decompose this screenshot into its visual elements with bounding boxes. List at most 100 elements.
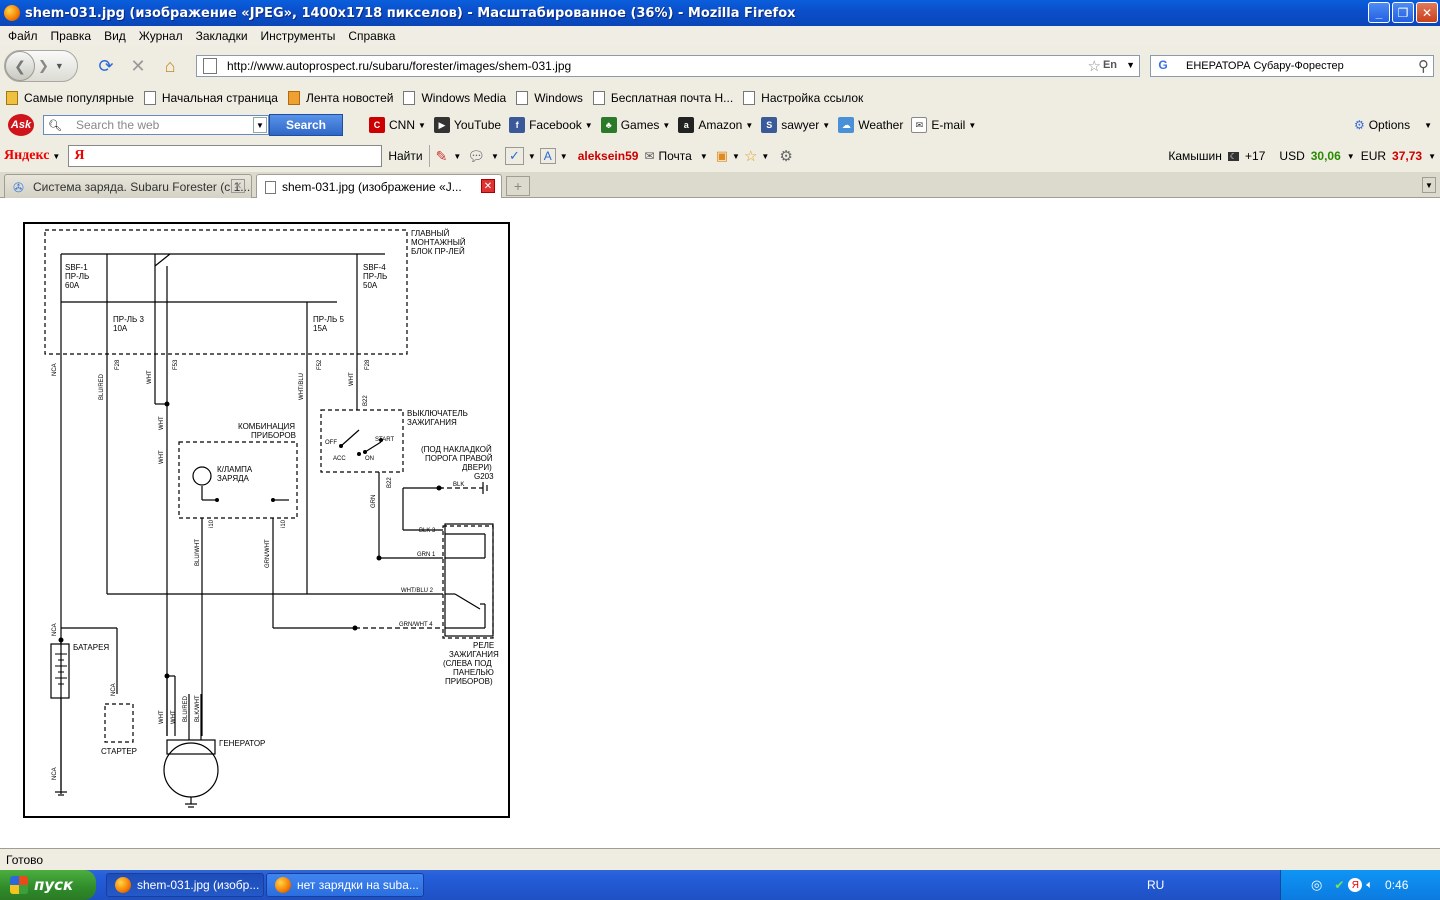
list-all-tabs-button[interactable]: ▼ <box>1422 177 1436 193</box>
usd-rate[interactable]: 30,06 <box>1311 149 1341 163</box>
chevron-down-icon[interactable]: ▼ <box>253 117 267 133</box>
page-icon <box>743 91 756 105</box>
forward-button[interactable]: ❯ <box>38 58 49 74</box>
ask-logo[interactable]: Ask <box>8 114 34 136</box>
menu-history[interactable]: Журнал <box>139 29 183 43</box>
yandex-logo[interactable]: Яндекс ▼ <box>4 148 60 164</box>
search-input[interactable]: ЕНЕРАТОРА Субару-Форестер <box>1186 60 1344 72</box>
menu-edit[interactable]: Правка <box>51 29 92 43</box>
ask-cnn[interactable]: C CNN ▼ <box>369 117 426 133</box>
wire-wht-1: WHT <box>147 370 153 384</box>
ask-weather[interactable]: ☁ Weather <box>838 117 903 133</box>
network-icon[interactable]: ◎ <box>1311 877 1322 893</box>
language-badge[interactable]: En <box>1103 59 1117 71</box>
ask-games[interactable]: ♣ Games ▼ <box>600 117 670 133</box>
menu-help[interactable]: Справка <box>348 29 395 43</box>
menu-bookmarks[interactable]: Закладки <box>196 29 248 43</box>
eur-rate[interactable]: 37,73 <box>1392 149 1422 163</box>
ask-amazon[interactable]: a Amazon ▼ <box>678 117 753 133</box>
bookmark-windows-media[interactable]: Windows Media <box>403 91 506 105</box>
clock[interactable]: 0:46 <box>1385 878 1408 892</box>
ask-sawyer[interactable]: Ssawyer ▼ <box>761 117 830 133</box>
reload-button[interactable]: ⟳ <box>92 52 120 80</box>
chevron-down-icon: ▼ <box>584 120 593 130</box>
yandex-find-button[interactable]: Найти <box>388 149 422 163</box>
history-dropdown-icon[interactable]: ▼ <box>55 61 64 71</box>
maximize-button[interactable]: ❐ <box>1392 2 1414 23</box>
tab-shem-031[interactable]: shem-031.jpg (изображение «J... ✕ <box>256 174 502 199</box>
chevron-down-icon[interactable]: ▼ <box>732 152 740 161</box>
windows-flag-icon <box>10 876 28 894</box>
chevron-down-icon[interactable]: ▼ <box>700 152 708 161</box>
tray-volume-icon[interactable]: 🔈︎ <box>1366 879 1373 892</box>
page-icon <box>265 180 276 194</box>
chevron-down-icon[interactable]: ▼ <box>1428 152 1436 161</box>
close-window-button[interactable]: ✕ <box>1416 2 1438 23</box>
ask-email[interactable]: ✉ E-mail ▼ <box>911 117 976 133</box>
wire-wht-gen-1: WHT <box>159 710 165 724</box>
stop-button[interactable]: ✕ <box>124 52 152 80</box>
taskbar-item-shem[interactable]: shem-031.jpg (изобр... <box>106 873 264 897</box>
menu-view[interactable]: Вид <box>104 29 126 43</box>
taskbar-item-forum[interactable]: нет зарядки на suba... <box>266 873 424 897</box>
wire-blk-ground: BLK <box>453 482 464 488</box>
chevron-down-icon[interactable]: ▼ <box>528 152 536 161</box>
translate-icon[interactable]: A <box>539 148 556 164</box>
folder-icon <box>6 91 18 105</box>
cnn-icon: C <box>369 117 385 133</box>
chevron-down-icon[interactable]: ▼ <box>560 152 568 161</box>
spellcheck-icon[interactable]: ✓ <box>504 147 524 165</box>
bookmark-star-icon[interactable]: ☆ <box>1088 57 1101 75</box>
wiring-diagram[interactable]: ГЛАВНЫЙ МОНТАЖНЫЙ БЛОК ПР-ЛЕЙ SBF-1 ПР-Л… <box>23 222 510 818</box>
speech-bubble-icon[interactable]: 💬︎ <box>467 148 485 165</box>
bookmark-customize-links[interactable]: Настройка ссылок <box>743 91 863 105</box>
chevron-down-icon[interactable]: ▼ <box>453 152 461 161</box>
chevron-down-icon[interactable]: ▼ <box>1347 152 1355 161</box>
yandex-search-input[interactable]: Я <box>68 145 383 167</box>
ask-facebook[interactable]: f Facebook ▼ <box>509 117 593 133</box>
minimize-button[interactable]: _ <box>1368 2 1390 23</box>
star-icon[interactable]: ☆ <box>744 147 757 165</box>
facebook-icon: f <box>509 117 526 133</box>
tray-check-icon[interactable]: ✔ <box>1334 878 1344 892</box>
bookmark-free-mail[interactable]: Бесплатная почта H... <box>592 91 733 105</box>
relay-pin-1: GRN 1 <box>417 552 436 558</box>
close-tab-icon[interactable]: ✕ <box>231 179 245 193</box>
url-dropdown-icon[interactable]: ▼ <box>1126 60 1135 70</box>
home-button[interactable]: ⌂ <box>156 52 184 80</box>
search-magnifier-icon[interactable]: ⚲ <box>1418 57 1429 75</box>
weather-temp[interactable]: +17 <box>1245 149 1265 163</box>
ign-on-label: ON <box>365 456 374 462</box>
tray-yandex-icon[interactable]: Я <box>1348 878 1363 892</box>
search-bar[interactable]: G ЕНЕРАТОРА Субару-Форестер ⚲ <box>1150 55 1434 77</box>
bookmark-news-feed[interactable]: Лента новостей <box>287 91 393 105</box>
window-titlebar[interactable]: shem-031.jpg (изображение «JPEG», 1400x1… <box>0 0 1440 26</box>
ask-options[interactable]: ⚙ Options ▼ <box>1354 118 1432 132</box>
ask-search-field[interactable]: 🔍︎ Search the web ▼ <box>43 115 269 135</box>
menu-tools[interactable]: Инструменты <box>261 29 336 43</box>
settings-gear-icon[interactable]: ⚙ <box>779 147 792 165</box>
bookmark-windows[interactable]: Windows <box>516 91 583 105</box>
tab-charging-system[interactable]: ✇ Система заряда. Subaru Forester (с 1..… <box>4 174 252 198</box>
cluster-label-2: ПРИБОРОВ <box>251 431 296 440</box>
chevron-down-icon[interactable]: ▼ <box>761 152 769 161</box>
yandex-username[interactable]: aleksein59 <box>578 149 639 163</box>
yandex-mail-link[interactable]: Почта <box>658 149 691 163</box>
language-indicator[interactable]: RU <box>1147 878 1164 892</box>
weather-city[interactable]: Камышин <box>1168 149 1222 163</box>
address-bar[interactable]: http://www.autoprospect.ru/subaru/forest… <box>196 55 1140 77</box>
new-tab-button[interactable]: + <box>506 176 530 196</box>
menu-file[interactable]: Файл <box>8 29 38 43</box>
bookmark-start-page[interactable]: Начальная страница <box>143 91 278 105</box>
back-button[interactable]: ❮ <box>5 51 35 81</box>
bag-icon[interactable]: ▣ <box>716 148 728 164</box>
google-icon[interactable]: G <box>1154 58 1172 74</box>
close-tab-icon[interactable]: ✕ <box>481 179 495 193</box>
pencil-icon[interactable]: ✎ <box>436 148 448 165</box>
chevron-down-icon[interactable]: ▼ <box>491 152 499 161</box>
start-button[interactable]: пуск <box>0 870 96 900</box>
ask-youtube[interactable]: ▶ YouTube <box>433 117 501 133</box>
url-text[interactable]: http://www.autoprospect.ru/subaru/forest… <box>227 59 571 73</box>
ask-search-button[interactable]: Search <box>269 114 343 136</box>
bookmark-popular[interactable]: Самые популярные <box>6 91 134 105</box>
